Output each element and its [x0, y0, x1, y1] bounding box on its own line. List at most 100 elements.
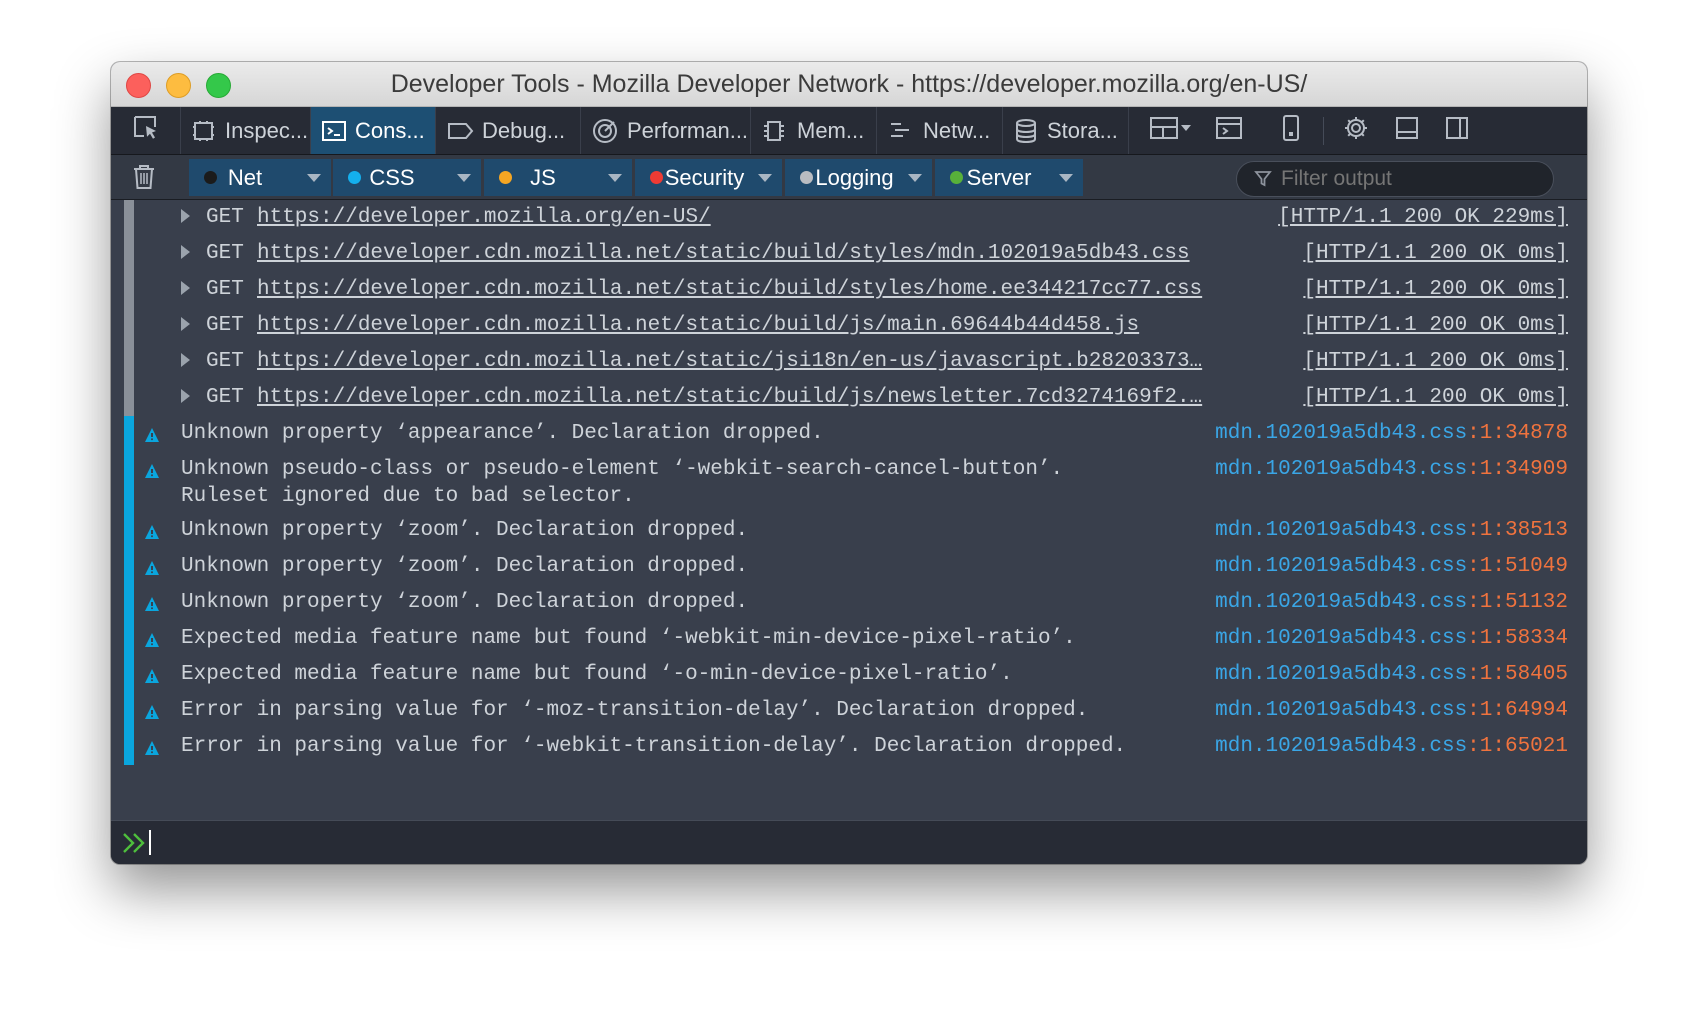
- filter-js-button[interactable]: JS: [484, 159, 632, 196]
- dock-side-button[interactable]: [1435, 107, 1479, 154]
- expand-arrow-icon[interactable]: [181, 353, 190, 367]
- expand-arrow-icon[interactable]: [181, 245, 190, 259]
- network-request-row[interactable]: GET https://developer.mozilla.org/en-US/…: [111, 200, 1587, 236]
- expand-arrow-icon[interactable]: [181, 281, 190, 295]
- source-location[interactable]: mdn.102019a5db43.css:1:58334: [1215, 625, 1568, 652]
- filter-logging-button[interactable]: Logging: [785, 159, 932, 196]
- filter-security-button[interactable]: Security: [635, 159, 782, 196]
- source-location[interactable]: mdn.102019a5db43.css:1:34878: [1215, 420, 1568, 447]
- tab-network[interactable]: Netw...: [877, 107, 1003, 154]
- source-file-link[interactable]: mdn.102019a5db43.css: [1215, 555, 1467, 578]
- filter-label: Logging: [815, 164, 894, 190]
- source-location[interactable]: mdn.102019a5db43.css:1:65021: [1215, 733, 1568, 760]
- request-url[interactable]: https://developer.mozilla.org/en-US/: [257, 204, 711, 231]
- request-status[interactable]: [HTTP/1.1 200 OK 0ms]: [1303, 240, 1568, 267]
- responsive-layout-button[interactable]: [1141, 107, 1201, 154]
- source-file-link[interactable]: mdn.102019a5db43.css: [1215, 699, 1467, 722]
- prompt-chevron-icon: [121, 831, 149, 860]
- tab-memory[interactable]: Mem...: [751, 107, 877, 154]
- request-url[interactable]: https://developer.cdn.mozilla.net/static…: [257, 312, 1139, 339]
- request-status[interactable]: [HTTP/1.1 200 OK 0ms]: [1303, 348, 1568, 375]
- source-location[interactable]: mdn.102019a5db43.css:1:38513: [1215, 517, 1568, 544]
- request-url[interactable]: https://developer.cdn.mozilla.net/static…: [257, 348, 1202, 375]
- chevron-down-icon: [457, 174, 471, 182]
- element-picker-button[interactable]: [111, 107, 181, 154]
- expand-arrow-icon[interactable]: [181, 389, 190, 403]
- request-url[interactable]: https://developer.cdn.mozilla.net/static…: [257, 240, 1190, 267]
- tab-inspector[interactable]: Inspec...: [181, 107, 311, 154]
- warning-icon: [144, 594, 160, 621]
- request-method: GET: [206, 350, 244, 373]
- request-status[interactable]: [HTTP/1.1 200 OK 229ms]: [1278, 204, 1568, 231]
- tab-debugger[interactable]: Debug...: [436, 107, 581, 154]
- responsive-layout-icon: [1148, 114, 1194, 147]
- request-status[interactable]: [HTTP/1.1 200 OK 0ms]: [1303, 384, 1568, 411]
- source-location[interactable]: mdn.102019a5db43.css:1:51049: [1215, 553, 1568, 580]
- source-file-link[interactable]: mdn.102019a5db43.css: [1215, 627, 1467, 650]
- source-line[interactable]: :1:51049: [1467, 555, 1568, 578]
- clear-console-button[interactable]: [131, 163, 157, 196]
- source-line[interactable]: :1:34878: [1467, 422, 1568, 445]
- console-icon: [321, 118, 347, 144]
- source-line[interactable]: :1:65021: [1467, 735, 1568, 758]
- source-line[interactable]: :1:58405: [1467, 663, 1568, 686]
- expand-arrow-icon[interactable]: [181, 209, 190, 223]
- source-location[interactable]: mdn.102019a5db43.css:1:58405: [1215, 661, 1568, 688]
- chevron-down-icon: [1059, 174, 1073, 182]
- network-request-row[interactable]: GET https://developer.cdn.mozilla.net/st…: [111, 236, 1587, 272]
- tab-label: Debug...: [482, 117, 566, 143]
- warning-icon: [144, 461, 160, 488]
- tab-performance[interactable]: Performan...: [581, 107, 751, 154]
- source-file-link[interactable]: mdn.102019a5db43.css: [1215, 735, 1467, 758]
- responsive-design-mode-button[interactable]: [1269, 107, 1313, 154]
- console-output: GET https://developer.mozilla.org/en-US/…: [111, 200, 1587, 820]
- source-location[interactable]: mdn.102019a5db43.css:1:51132: [1215, 589, 1568, 616]
- row-gutter: [124, 693, 134, 729]
- row-gutter: [124, 380, 134, 416]
- source-file-link[interactable]: mdn.102019a5db43.css: [1215, 591, 1467, 614]
- row-gutter: [124, 452, 134, 513]
- tab-storage[interactable]: Stora...: [1003, 107, 1129, 154]
- source-line[interactable]: :1:64994: [1467, 699, 1568, 722]
- source-file-link[interactable]: mdn.102019a5db43.css: [1215, 422, 1467, 445]
- warning-message: Error in parsing value for ‘-webkit-tran…: [181, 735, 1127, 758]
- tab-console[interactable]: Cons...: [311, 107, 436, 154]
- network-request-row[interactable]: GET https://developer.cdn.mozilla.net/st…: [111, 344, 1587, 380]
- request-url[interactable]: https://developer.cdn.mozilla.net/static…: [257, 276, 1202, 303]
- request-status[interactable]: [HTTP/1.1 200 OK 0ms]: [1303, 312, 1568, 339]
- network-request-row[interactable]: GET https://developer.cdn.mozilla.net/st…: [111, 308, 1587, 344]
- window-title: Developer Tools - Mozilla Developer Netw…: [390, 70, 1308, 98]
- source-line[interactable]: :1:51132: [1467, 591, 1568, 614]
- source-file-link[interactable]: mdn.102019a5db43.css: [1215, 519, 1467, 542]
- console-input[interactable]: [111, 820, 1587, 864]
- row-gutter: [124, 657, 134, 693]
- warning-message: Unknown property ‘zoom’. Declaration dro…: [181, 555, 749, 578]
- filter-css-button[interactable]: CSS: [333, 159, 481, 196]
- source-line[interactable]: :1:58334: [1467, 627, 1568, 650]
- row-gutter: [124, 416, 134, 452]
- source-location[interactable]: mdn.102019a5db43.css:1:34909: [1215, 456, 1568, 483]
- source-line[interactable]: :1:34909: [1467, 458, 1568, 481]
- trash-icon: [131, 165, 157, 195]
- expand-arrow-icon[interactable]: [181, 317, 190, 331]
- storage-icon: [1013, 117, 1039, 145]
- request-status[interactable]: [HTTP/1.1 200 OK 0ms]: [1303, 276, 1568, 303]
- split-console-button[interactable]: [1207, 107, 1251, 154]
- tab-label: Netw...: [923, 117, 991, 143]
- source-file-link[interactable]: mdn.102019a5db43.css: [1215, 663, 1467, 686]
- filter-server-button[interactable]: Server: [935, 159, 1083, 196]
- source-line[interactable]: :1:38513: [1467, 519, 1568, 542]
- network-request-row[interactable]: GET https://developer.cdn.mozilla.net/st…: [111, 380, 1587, 416]
- dock-bottom-button[interactable]: [1385, 107, 1429, 154]
- gear-icon: [1342, 114, 1370, 147]
- settings-button[interactable]: [1334, 107, 1378, 154]
- network-request-row[interactable]: GET https://developer.cdn.mozilla.net/st…: [111, 272, 1587, 308]
- row-gutter: [124, 236, 134, 272]
- source-location[interactable]: mdn.102019a5db43.css:1:64994: [1215, 697, 1568, 724]
- css-warning-row: Unknown property ‘appearance’. Declarati…: [111, 416, 1587, 452]
- filter-net-button[interactable]: Net: [189, 159, 331, 196]
- filter-output-input[interactable]: [1236, 161, 1554, 197]
- request-url[interactable]: https://developer.cdn.mozilla.net/static…: [257, 384, 1202, 411]
- row-gutter: [124, 272, 134, 308]
- source-file-link[interactable]: mdn.102019a5db43.css: [1215, 458, 1467, 481]
